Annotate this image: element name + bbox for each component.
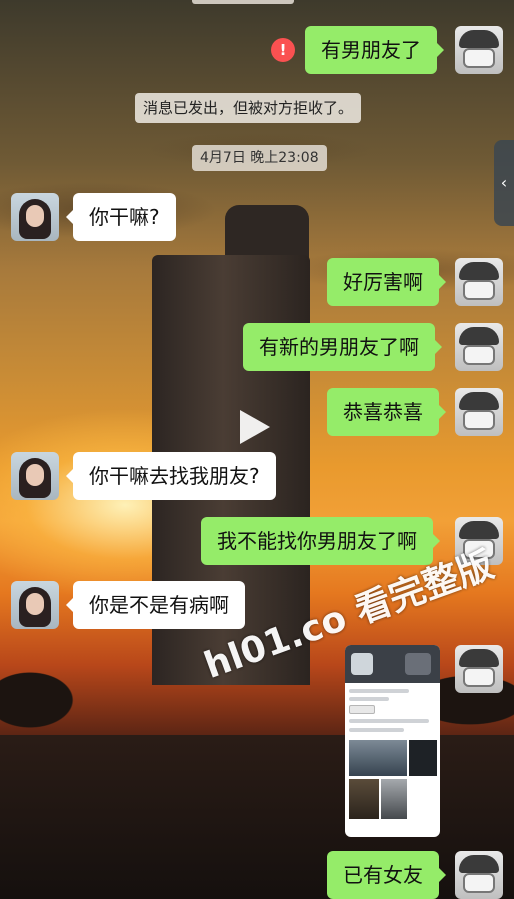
contact-avatar[interactable]: [11, 581, 59, 629]
my-avatar[interactable]: [455, 258, 503, 306]
previous-timestamp-edge: [192, 0, 294, 4]
contact-avatar[interactable]: [11, 452, 59, 500]
chevron-left-icon[interactable]: ‹: [494, 140, 514, 226]
image-avatar: [405, 653, 431, 675]
message-timestamp: 4月7日 晚上23:08: [192, 145, 327, 171]
message-bubble[interactable]: 你是不是有病啊: [66, 581, 245, 629]
image-button: [349, 705, 375, 714]
exclamation-icon[interactable]: !: [271, 38, 295, 62]
message-bubble[interactable]: 已有女友: [327, 851, 446, 899]
message-bubble[interactable]: 你干嘛去找我朋友?: [66, 452, 276, 500]
my-avatar[interactable]: [455, 26, 503, 74]
message-bubble[interactable]: 好厉害啊: [327, 258, 446, 306]
image-avatar: [351, 653, 373, 675]
image-text-line: [349, 728, 404, 732]
image-text-line: [349, 719, 429, 723]
image-thumbnail: [349, 740, 407, 776]
message-bubble[interactable]: 我不能找你男朋友了啊: [201, 517, 440, 565]
my-avatar[interactable]: [455, 851, 503, 899]
contact-avatar[interactable]: [11, 193, 59, 241]
my-avatar[interactable]: [455, 388, 503, 436]
my-avatar[interactable]: [455, 323, 503, 371]
image-text-line: [349, 689, 409, 693]
message-bubble[interactable]: 恭喜恭喜: [327, 388, 446, 436]
message-bubble[interactable]: 有男朋友了: [305, 26, 444, 74]
image-message[interactable]: [345, 645, 440, 837]
message-bubble[interactable]: 你干嘛?: [66, 193, 176, 241]
rejected-notice: 消息已发出，但被对方拒收了。: [135, 93, 362, 123]
image-thumbnail: [381, 779, 407, 819]
image-thumbnail: [409, 740, 437, 776]
my-avatar[interactable]: [455, 645, 503, 693]
message-bubble[interactable]: 有新的男朋友了啊: [243, 323, 442, 371]
play-icon[interactable]: [240, 410, 270, 444]
image-text-line: [349, 697, 389, 701]
image-thumbnail: [349, 779, 379, 819]
